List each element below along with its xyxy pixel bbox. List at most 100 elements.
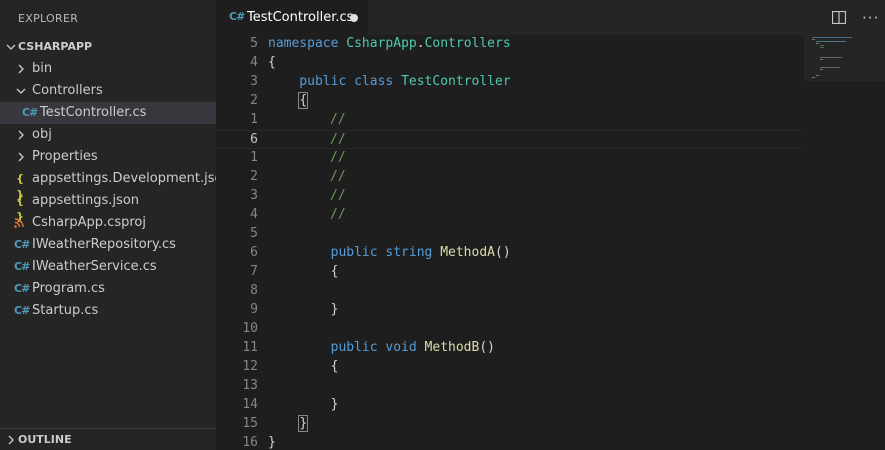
tree-item-label: obj: [32, 127, 52, 142]
tree-item-properties[interactable]: Properties: [0, 146, 216, 168]
line-comment: //: [330, 112, 346, 127]
tree-item-label: Properties: [32, 149, 98, 164]
minimap-line: [816, 41, 846, 42]
code-line: 5: [216, 225, 804, 244]
line-number: 13: [242, 378, 258, 393]
minimap-line: [816, 75, 819, 76]
tree-item-label: TestController.cs: [40, 105, 147, 120]
tree-item-iweatherrepository[interactable]: C# IWeatherRepository.cs: [0, 234, 216, 256]
json-file-icon: { }: [16, 172, 24, 201]
minimap-line: [812, 39, 815, 40]
bracket-match: }: [298, 415, 309, 432]
minimap[interactable]: [804, 35, 885, 81]
code-line: 11 public void MethodB(): [216, 339, 804, 358]
unsaved-dot-icon[interactable]: [350, 14, 358, 22]
line-comment: //: [330, 188, 346, 203]
line-number: 14: [242, 397, 258, 412]
minimap-line: [812, 37, 852, 38]
minimap-line: [816, 43, 819, 44]
line-comment: //: [330, 207, 346, 222]
line-code: }: [268, 415, 309, 432]
tree-item-iweatherservice[interactable]: C# IWeatherService.cs: [0, 256, 216, 278]
line-number: 6: [250, 245, 258, 260]
chevron-down-icon: [16, 88, 26, 94]
csharp-file-icon: C#: [229, 10, 245, 23]
minimap-line: [820, 47, 824, 48]
tree-item-label: appsettings.Development.json: [32, 171, 216, 186]
line-number: 4: [250, 55, 258, 70]
code-line: 2 {: [216, 92, 804, 111]
tree-item-appsettings-development[interactable]: { } appsettings.Development.json: [0, 168, 216, 201]
line-code: }: [268, 435, 276, 450]
chevron-right-icon: [18, 152, 24, 162]
tab-bar: C# TestController.cs ···: [216, 0, 885, 35]
code-line: 1 //: [216, 111, 804, 130]
code-line: 6 public string MethodA(): [216, 244, 804, 263]
tree-item-label: Startup.cs: [32, 303, 99, 318]
explorer-title: EXPLORER: [18, 12, 79, 25]
minimap-line: [820, 67, 840, 68]
code-editor[interactable]: 5 namespace CsharpApp.Controllers 4 { 3 …: [216, 35, 885, 450]
line-number: 1: [250, 112, 258, 127]
code-line: 12 {: [216, 358, 804, 377]
line-number: 7: [250, 264, 258, 279]
code-line: 8: [216, 282, 804, 301]
line-code: namespace CsharpApp.Controllers: [268, 36, 511, 51]
line-code: public string MethodA(): [268, 245, 511, 260]
code-line: 3 public class TestController: [216, 73, 804, 92]
line-code: {: [268, 264, 339, 279]
tree-item-startup[interactable]: C# Startup.cs: [0, 300, 216, 322]
chevron-right-icon: [8, 435, 14, 445]
rss-icon: [14, 218, 24, 228]
tree-item-bin[interactable]: bin: [0, 58, 216, 80]
code-line: 2 //: [216, 168, 804, 187]
outline-label: OUTLINE: [18, 433, 72, 446]
tree-item-appsettings[interactable]: { } appsettings.json: [0, 190, 216, 223]
tree-item-label: IWeatherService.cs: [32, 259, 157, 274]
line-code: }: [268, 302, 339, 317]
tree-item-controllers[interactable]: Controllers: [0, 80, 216, 102]
code-line: 4 //: [216, 206, 804, 225]
line-code: }: [268, 397, 339, 412]
code-line: 1 //: [216, 149, 804, 168]
line-number: 11: [242, 340, 258, 355]
line-code: public void MethodB(): [268, 340, 495, 355]
line-number: 6: [250, 132, 258, 147]
csharp-file-icon: C#: [14, 304, 30, 317]
more-actions-icon[interactable]: ···: [862, 9, 879, 27]
line-number: 5: [250, 36, 258, 51]
tree-item-testcontroller[interactable]: C# TestController.cs: [0, 102, 216, 124]
split-editor-icon[interactable]: [832, 11, 846, 24]
tree-item-label: bin: [32, 61, 53, 76]
line-comment: //: [330, 132, 346, 147]
line-number: 9: [250, 302, 258, 317]
minimap-line: [820, 57, 842, 58]
tree-item-label: IWeatherRepository.cs: [32, 237, 176, 252]
tree-item-csproj[interactable]: CsharpApp.csproj: [0, 212, 216, 234]
code-line: 5 namespace CsharpApp.Controllers: [216, 35, 804, 54]
line-number: 3: [250, 188, 258, 203]
line-code: {: [268, 359, 339, 374]
chevron-down-icon: [6, 44, 16, 50]
tab-label: TestController.cs: [247, 10, 354, 25]
line-code: public class TestController: [268, 74, 511, 89]
chevron-right-icon: [18, 64, 24, 74]
code-line: 13: [216, 377, 804, 396]
line-code: {: [268, 92, 309, 109]
tab-testcontroller[interactable]: C# TestController.cs: [216, 0, 368, 35]
line-number: 15: [242, 416, 258, 431]
line-number: 10: [242, 321, 258, 336]
project-section-header[interactable]: CSHARPAPP: [0, 36, 216, 58]
outline-section-header[interactable]: OUTLINE: [0, 428, 216, 450]
code-line: 16 }: [216, 434, 804, 450]
csharp-file-icon: C#: [14, 260, 30, 273]
code-line: 4 {: [216, 54, 804, 73]
line-number: 3: [250, 74, 258, 89]
line-number: 4: [250, 207, 258, 222]
tree-item-label: Controllers: [32, 83, 103, 98]
line-number: 2: [250, 169, 258, 184]
tree-item-program[interactable]: C# Program.cs: [0, 278, 216, 300]
tree-item-obj[interactable]: obj: [0, 124, 216, 146]
code-line-current: 6 //: [216, 130, 804, 149]
line-number: 8: [250, 283, 258, 298]
